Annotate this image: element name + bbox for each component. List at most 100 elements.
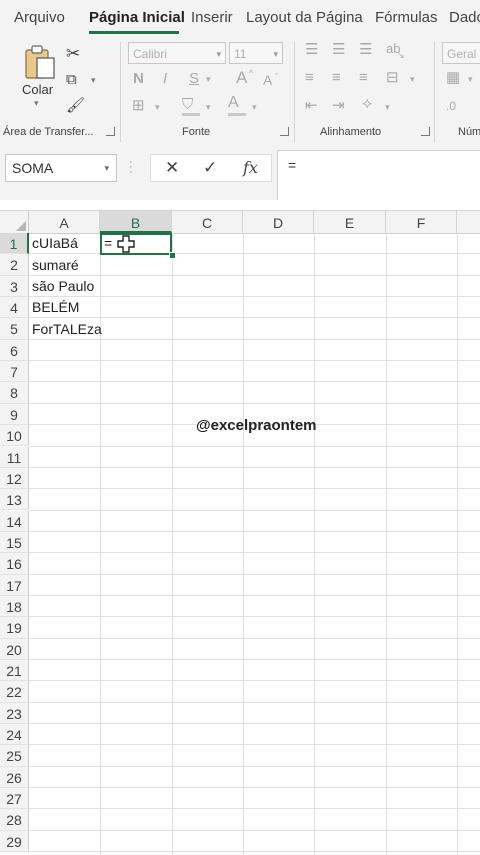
row-header-26[interactable]: 26 [0, 766, 29, 789]
row-header-20[interactable]: 20 [0, 638, 29, 660]
row-header-14[interactable]: 14 [0, 510, 29, 532]
align-bottom-icon[interactable]: ☰ [359, 41, 372, 59]
row-header-4[interactable]: 4 [0, 297, 29, 319]
format-painter-icon[interactable]: 🖌 [66, 97, 85, 115]
underline-dropdown-icon[interactable]: ▾ [206, 74, 211, 85]
row-header-24[interactable]: 24 [0, 724, 29, 746]
fill-color-icon[interactable]: ⛉ [182, 96, 193, 114]
select-all-button[interactable] [0, 211, 29, 233]
row-gridline [29, 637, 480, 639]
column-header-e[interactable]: E [314, 211, 386, 233]
tab-layout-da-pagina[interactable]: Layout da Página [246, 9, 363, 26]
wrap-text-dropdown-icon[interactable]: ▾ [410, 74, 415, 85]
merge-dropdown-icon[interactable]: ▾ [385, 102, 390, 113]
cell-a4[interactable]: BELÉM [32, 297, 79, 318]
more-options-icon[interactable]: · · · [129, 157, 133, 178]
row-header-2[interactable]: 2 [0, 254, 29, 276]
cell-a2[interactable]: sumaré [32, 255, 79, 276]
row-header-3[interactable]: 3 [0, 275, 29, 297]
tab-formulas[interactable]: Fórmulas [375, 9, 438, 26]
row-header-21[interactable]: 21 [0, 660, 29, 682]
increase-indent-icon[interactable]: ⇥ [332, 97, 345, 115]
font-color-button[interactable]: A [228, 94, 239, 112]
row-header-18[interactable]: 18 [0, 595, 29, 618]
align-center-icon[interactable]: ≡ [332, 69, 341, 87]
copy-dropdown-icon[interactable]: ▾ [91, 75, 96, 86]
tab-pagina-inicial[interactable]: Página Inicial [89, 9, 185, 26]
row-header-23[interactable]: 23 [0, 702, 29, 724]
decrease-indent-icon[interactable]: ⇤ [305, 97, 318, 115]
column-header-d[interactable]: D [243, 211, 314, 233]
orientation-dropdown-icon[interactable]: ↘ [397, 50, 405, 61]
cell-b1[interactable]: = [104, 233, 112, 254]
row-header-17[interactable]: 17 [0, 574, 29, 596]
row-header-19[interactable]: 19 [0, 617, 29, 639]
align-top-icon[interactable]: ☰ [305, 41, 318, 59]
tab-arquivo[interactable]: Arquivo [14, 9, 65, 26]
borders-dropdown-icon[interactable]: ▾ [155, 102, 160, 113]
row-header-7[interactable]: 7 [0, 361, 29, 383]
align-middle-icon[interactable]: ☰ [332, 41, 345, 59]
name-box[interactable]: SOMA ▾ [5, 154, 117, 182]
cell-a5[interactable]: ForTALEza [32, 319, 102, 340]
row-header-25[interactable]: 25 [0, 745, 29, 767]
align-right-icon[interactable]: ≡ [359, 69, 368, 87]
font-size-select[interactable]: 11 ▾ [229, 42, 283, 64]
cell-a1[interactable]: cUIaBá [32, 233, 78, 254]
spreadsheet-grid[interactable]: A B C D E F 1 2 3 4 5 6 7 8 9 10 11 12 13 14 15 16 17 18 1… [0, 210, 480, 855]
italic-button[interactable]: I [163, 70, 167, 88]
cell-a3[interactable]: são Paulo [32, 276, 94, 297]
column-gridline [386, 233, 387, 855]
row-header-8[interactable]: 8 [0, 382, 29, 404]
tab-inserir[interactable]: Inserir [191, 9, 233, 26]
clipboard-launcher-icon[interactable] [106, 127, 115, 136]
column-header-a[interactable]: A [29, 211, 100, 233]
row-gridline [29, 723, 480, 725]
row-header-27[interactable]: 27 [0, 788, 29, 810]
row-gridline [29, 573, 480, 575]
row-header-13[interactable]: 13 [0, 489, 29, 511]
insert-function-button[interactable]: fx [243, 159, 258, 177]
bold-button[interactable]: N [133, 70, 144, 88]
borders-icon[interactable]: ⊞ [132, 97, 145, 115]
fill-color-dropdown-icon[interactable]: ▾ [206, 102, 211, 113]
cancel-button[interactable]: ✕ [165, 159, 179, 177]
row-header-15[interactable]: 15 [0, 531, 29, 554]
align-left-icon[interactable]: ≡ [305, 69, 314, 87]
row-header-16[interactable]: 16 [0, 553, 29, 575]
row-header-28[interactable]: 28 [0, 809, 29, 831]
merge-center-icon[interactable]: ⟡ [362, 95, 373, 113]
number-format-select[interactable]: Geral [442, 42, 480, 64]
shrink-font-button[interactable]: A [263, 71, 272, 89]
fill-handle[interactable] [169, 252, 176, 259]
column-header-f[interactable]: F [386, 211, 457, 233]
row-header-22[interactable]: 22 [0, 681, 29, 703]
alignment-launcher-icon[interactable] [421, 127, 430, 136]
grow-font-button[interactable]: A [236, 69, 247, 87]
row-header-11[interactable]: 11 [0, 446, 29, 468]
increase-decimal-icon[interactable]: .0 [446, 97, 456, 115]
row-header-29[interactable]: 29 [0, 830, 29, 853]
wrap-text-icon[interactable]: ⊟ [386, 69, 399, 87]
formula-input[interactable]: = [277, 150, 480, 200]
underline-button[interactable]: S [189, 70, 199, 88]
row-header-10[interactable]: 10 [0, 425, 29, 447]
row-header-5[interactable]: 5 [0, 318, 29, 340]
cut-icon[interactable]: ✂ [66, 45, 80, 63]
font-color-dropdown-icon[interactable]: ▾ [252, 102, 257, 113]
column-header-b[interactable]: B [100, 211, 172, 233]
tab-dados[interactable]: Dado [449, 9, 480, 26]
row-header-1[interactable]: 1 [0, 233, 29, 255]
paste-dropdown-icon[interactable]: ▾ [34, 98, 39, 109]
accounting-format-icon[interactable]: ▦ [446, 69, 460, 87]
row-header-12[interactable]: 12 [0, 467, 29, 490]
paste-button[interactable]: Colar ▾ [18, 42, 60, 108]
row-header-9[interactable]: 9 [0, 403, 29, 426]
enter-button[interactable]: ✓ [203, 159, 217, 177]
font-name-select[interactable]: Calibri ▾ [128, 42, 226, 64]
font-launcher-icon[interactable] [280, 127, 289, 136]
copy-icon[interactable]: ⧉ [66, 71, 77, 89]
accounting-dropdown-icon[interactable]: ▾ [468, 74, 473, 85]
row-header-6[interactable]: 6 [0, 339, 29, 362]
column-header-c[interactable]: C [172, 211, 243, 233]
